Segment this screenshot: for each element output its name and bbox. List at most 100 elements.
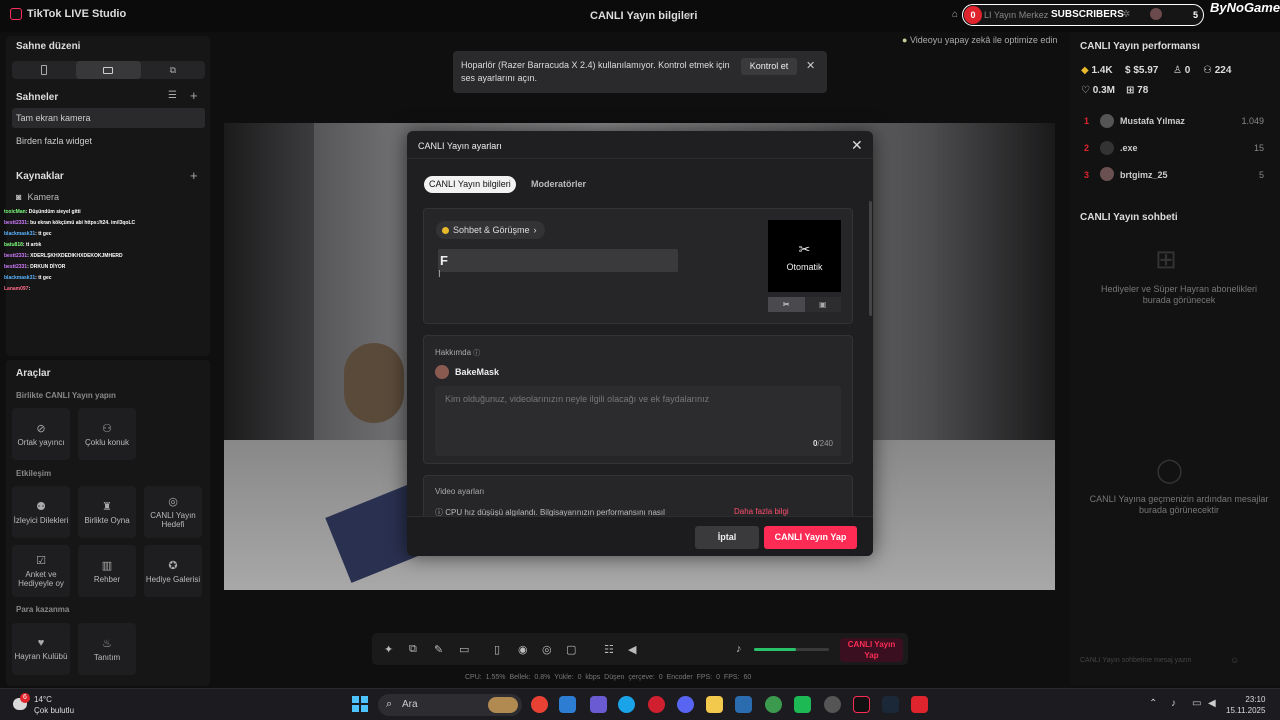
go-live-small-button[interactable]: CANLI Yayın Yap (840, 638, 903, 662)
camera-icon: ◙ (16, 192, 22, 202)
viewer-wishes-button[interactable]: ⚉ İzleyici Dilekleri (12, 486, 70, 538)
weather-widget[interactable]: 6 14°C Çok bulutlu (10, 693, 74, 716)
taskbar-search[interactable]: ⌕ Ara (378, 694, 522, 716)
gift-gallery-button[interactable]: ✪ Hediye Galerisi (144, 545, 202, 597)
co-host-button[interactable]: ⊘ Ortak yayıncı (12, 408, 70, 460)
play-together-button[interactable]: ♜ Birlikte Oyna (78, 486, 136, 538)
chevron-up-icon[interactable]: ⌃ (1149, 698, 1157, 709)
source-item[interactable]: ◙ Kamera (16, 192, 59, 202)
live-goal-button[interactable]: ◎ CANLI Yayın Hedefi (144, 486, 202, 538)
bio-textarea[interactable]: Kim olduğunuz, videolarınızın neyle ilgi… (435, 386, 841, 456)
file-explorer-icon[interactable] (706, 696, 723, 713)
about-label: Hakkımda ⓘ (435, 348, 481, 357)
ea-app-icon[interactable] (824, 696, 841, 713)
tool-label: Birlikte Oyna (84, 515, 130, 525)
clock[interactable]: 23:10 15.11.2025 (1226, 694, 1265, 716)
chrome-profile-icon[interactable] (765, 696, 782, 713)
volume-icon[interactable]: ◀ (1208, 698, 1216, 709)
optimize-hint[interactable]: ● Videoyu yapay zekâ ile optimize edin (902, 35, 1057, 45)
users-icon: ⚇ (102, 422, 112, 435)
chrome-icon[interactable] (531, 696, 548, 713)
mail-icon[interactable] (735, 696, 752, 713)
scene-item[interactable]: Birden fazla widget (12, 131, 205, 151)
coin-icon: $ (1125, 65, 1131, 76)
add-source-icon[interactable]: + (190, 168, 198, 183)
app-icon[interactable] (794, 696, 811, 713)
performance-stats: CPU: 1.55% Bellek: 0.8% Yükle: 0 kbps Dü… (465, 674, 752, 681)
optimize-text: Videoyu yapay zekâ ile optimize edin (909, 35, 1058, 45)
scissors-icon: ✂ (782, 300, 790, 309)
close-icon[interactable]: ✕ (806, 59, 815, 72)
image-icon: ▣ (818, 300, 827, 309)
portrait-layout-button[interactable] (12, 61, 76, 79)
camera-icon[interactable]: ◎ (542, 643, 552, 656)
image-thumbnail-button[interactable]: ▣ (805, 297, 842, 312)
caption-icon[interactable]: ▭ (459, 643, 469, 656)
leaderboard-value: 15 (1253, 143, 1264, 153)
tab-live-info[interactable]: CANLI Yayın bilgileri (424, 176, 516, 193)
list-icon[interactable]: ☰ (168, 90, 177, 101)
guide-button[interactable]: ▥ Rehber (78, 545, 136, 597)
share-icon[interactable]: ⇗ (684, 10, 692, 21)
thumbnail-preview[interactable]: ✂ Otomatik (768, 220, 841, 292)
performance-title: CANLI Yayın performansı (1080, 41, 1200, 52)
date: 15.11.2025 (1226, 706, 1266, 715)
display-icon[interactable]: ▭ (1192, 698, 1201, 709)
leaderboard-name[interactable]: Mustafa Yılmaz (1120, 116, 1185, 126)
landscape-layout-button[interactable] (76, 61, 141, 79)
discord-icon[interactable] (677, 696, 694, 713)
settings-sliders-icon[interactable]: ☷ (604, 643, 614, 656)
youtube-icon[interactable] (911, 696, 928, 713)
tab-moderators[interactable]: Moderatörler (526, 176, 591, 193)
live-title-input[interactable]: F (438, 249, 678, 272)
chat-input[interactable]: CANLI Yayın sohbetine mesaj yazın (1078, 652, 1248, 670)
gifts-empty-text: Hediyeler ve Süper Hayran abonelikleri b… (1100, 284, 1258, 305)
avatar (435, 365, 449, 379)
scenes-title: Sahneler (16, 92, 59, 103)
multi-guest-button[interactable]: ⚇ Çoklu konuk (78, 408, 136, 460)
teams-icon[interactable] (590, 696, 607, 713)
windows-taskbar: 6 14°C Çok bulutlu ⌕ Ara ⌃ ♪ ▭ ◀ 23:10 1… (0, 688, 1280, 720)
dual-layout-button[interactable]: ⧉ (141, 61, 205, 79)
speaker-icon[interactable]: ◀ (628, 643, 636, 656)
microphone-icon[interactable]: ♪ (1171, 698, 1176, 709)
steam-icon[interactable] (882, 696, 899, 713)
check-button[interactable]: Kontrol et (741, 58, 797, 75)
go-live-button[interactable]: CANLI Yayın Yap (764, 526, 857, 549)
screen-icon (103, 66, 114, 74)
magic-wand-icon[interactable]: ✦ (384, 643, 393, 656)
leaderboard-name[interactable]: brtgimz_25 (1120, 170, 1168, 180)
scrollbar[interactable] (869, 201, 872, 316)
category-selector[interactable]: Sohbet & Görüşme › (436, 221, 545, 239)
phone-icon[interactable]: ▯ (494, 643, 500, 656)
subscribers-count: 5 (1193, 10, 1199, 20)
record-icon[interactable]: ◉ (518, 643, 528, 656)
add-scene-icon[interactable]: + (190, 88, 198, 103)
store-icon[interactable] (559, 696, 576, 713)
promote-button[interactable]: ♨ Tanıtım (78, 623, 136, 675)
auto-thumbnail-button[interactable]: ✂ (768, 297, 805, 312)
leaderboard-name[interactable]: .exe (1120, 143, 1138, 153)
microphone-icon[interactable]: ♪ (736, 643, 742, 655)
home-icon[interactable]: ⌂ (952, 9, 958, 20)
emoji-icon[interactable]: ☺ (1230, 655, 1239, 665)
edge-icon[interactable] (618, 696, 635, 713)
followers-icon: ⚇ (1203, 65, 1212, 76)
clip-icon[interactable]: ▢ (566, 643, 576, 656)
bio-placeholder: Kim olduğunuz, videolarınızın neyle ilgi… (445, 394, 710, 404)
tools-title: Araçlar (16, 368, 51, 379)
opera-icon[interactable] (648, 696, 665, 713)
windows-start-icon[interactable] (352, 696, 368, 712)
learn-more-link[interactable]: Daha fazla bilgi (734, 507, 789, 516)
close-icon[interactable]: ✕ (851, 137, 863, 154)
mic-volume-slider[interactable] (754, 648, 829, 651)
gear-icon: ✲ (1122, 9, 1131, 20)
fan-club-button[interactable]: ♥ Hayran Kulübü (12, 623, 70, 675)
tiktok-live-studio-icon[interactable] (853, 696, 870, 713)
tiktok-logo-icon (10, 8, 22, 20)
poll-button[interactable]: ☑ Anket ve Hediyeyle oy (12, 545, 70, 597)
effects-icon[interactable]: ✎ (434, 643, 443, 656)
scene-item[interactable]: Tam ekran kamera (12, 108, 205, 128)
cancel-button[interactable]: İptal (695, 526, 759, 549)
screen-capture-icon[interactable]: ⧉ (409, 643, 417, 656)
